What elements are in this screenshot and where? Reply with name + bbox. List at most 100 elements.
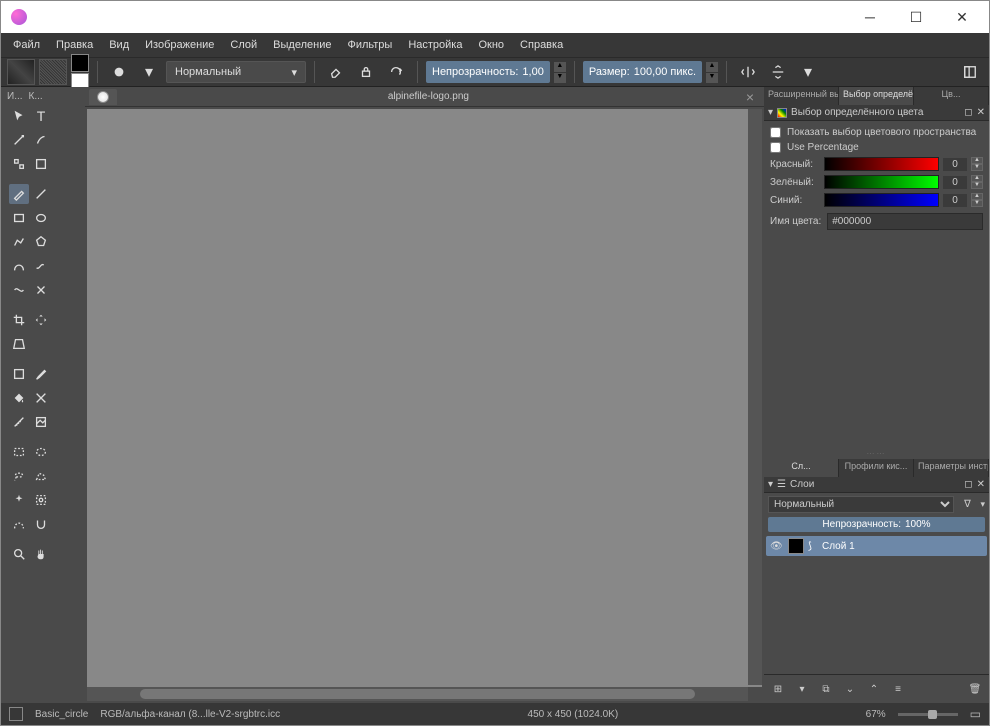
zoom-level[interactable]: 67% [866, 709, 886, 720]
menu-image[interactable]: Изображение [137, 36, 222, 54]
green-slider[interactable] [824, 175, 939, 189]
similar-select-tool[interactable] [31, 490, 51, 510]
red-value[interactable]: 0 [943, 158, 967, 171]
edit-shapes-tool[interactable] [9, 130, 29, 150]
color-picker-tool[interactable] [31, 364, 51, 384]
minimize-button[interactable]: ─ [847, 2, 893, 32]
dynamic-brush-tool[interactable] [9, 280, 29, 300]
multibrush-tool[interactable] [31, 280, 51, 300]
layer-name[interactable]: Слой 1 [822, 541, 855, 552]
pattern-edit-tool[interactable] [9, 154, 29, 174]
red-up[interactable]: ▲ [971, 157, 983, 164]
move-layer-tool[interactable] [31, 310, 51, 330]
layer-opacity-slider[interactable]: Непрозрачность: 100% [768, 517, 985, 532]
horizontal-scrollbar[interactable] [87, 687, 748, 701]
canvas-viewport[interactable] [87, 109, 762, 701]
opacity-down[interactable]: ▼ [554, 73, 566, 83]
transform-tool[interactable] [31, 154, 51, 174]
layer-link-icon[interactable]: ⟆ [808, 541, 818, 552]
close-button[interactable]: ✕ [939, 2, 985, 32]
float-icon[interactable]: ◻ [964, 107, 972, 118]
close-panel-icon[interactable]: ✕ [977, 107, 985, 118]
use-percentage-checkbox[interactable] [770, 142, 781, 153]
titlebar[interactable]: ─ ☐ ✕ [1, 1, 989, 33]
float-layers-icon[interactable]: ◻ [964, 479, 972, 490]
mirror-v-icon[interactable] [765, 59, 791, 85]
mirror-h-icon[interactable] [735, 59, 761, 85]
layer-blend-mode[interactable]: Нормальный [768, 496, 954, 513]
layers-header[interactable]: ▾ ☰ Слои ◻✕ [764, 477, 989, 493]
poly-select-tool[interactable] [31, 466, 51, 486]
wrap-icon[interactable]: ▾ [795, 59, 821, 85]
text-tool[interactable]: T [31, 106, 51, 126]
add-dropdown[interactable]: ▾ [792, 679, 812, 699]
tab-brush-profiles[interactable]: Профили кис... [839, 459, 914, 477]
show-colorspace-checkbox[interactable] [770, 127, 781, 138]
layer-down-button[interactable]: ⌄ [840, 679, 860, 699]
blue-value[interactable]: 0 [943, 194, 967, 207]
rectangle-tool[interactable] [9, 208, 29, 228]
add-layer-button[interactable]: ⊞ [768, 679, 788, 699]
menu-layer[interactable]: Слой [222, 36, 265, 54]
layer-thumbnail[interactable] [788, 538, 804, 554]
fill-tool[interactable] [9, 388, 29, 408]
dock-grip[interactable]: ⋯⋯ [764, 448, 989, 459]
eraser-mode-icon[interactable] [323, 59, 349, 85]
alpha-lock-icon[interactable] [353, 59, 379, 85]
bezier-select-tool[interactable] [9, 514, 29, 534]
layer-filter-icon[interactable]: ∇ [958, 495, 976, 513]
tab-color-selector[interactable]: Выбор определён... [839, 87, 914, 105]
canvas-tab[interactable] [89, 89, 117, 105]
workspace-chooser-icon[interactable] [957, 59, 983, 85]
polyline-tool[interactable] [9, 232, 29, 252]
menu-settings[interactable]: Настройка [400, 36, 470, 54]
fg-color-swatch[interactable] [71, 54, 89, 72]
blue-up[interactable]: ▲ [971, 193, 983, 200]
bezier-tool[interactable] [9, 256, 29, 276]
calligraphy-tool[interactable] [31, 130, 51, 150]
reload-icon[interactable] [383, 59, 409, 85]
line-tool[interactable] [31, 184, 51, 204]
fit-page-icon[interactable]: ▭ [970, 707, 981, 721]
tab-advanced-select[interactable]: Расширенный вы... [764, 87, 839, 105]
tab-colors[interactable]: Цв... [914, 87, 989, 105]
layer-visibility-icon[interactable]: 👁 [770, 541, 784, 552]
preset-dropdown[interactable]: ▾ [136, 59, 162, 85]
menu-file[interactable]: Файл [5, 36, 48, 54]
zoom-slider[interactable] [898, 713, 958, 716]
menu-window[interactable]: Окно [470, 36, 512, 54]
green-down[interactable]: ▼ [971, 182, 983, 189]
opacity-up[interactable]: ▲ [554, 62, 566, 72]
ellipse-tool[interactable] [31, 208, 51, 228]
lasso-tool[interactable] [9, 466, 29, 486]
blue-slider[interactable] [824, 193, 939, 207]
toolbox-tab-1[interactable]: И... [7, 91, 23, 102]
color-selector-header[interactable]: ▾ Выбор определённого цвета ◻✕ [764, 105, 989, 121]
gradient-tool[interactable] [9, 364, 29, 384]
opacity-field[interactable]: Непрозрачность: 1,00 [426, 61, 550, 83]
green-up[interactable]: ▲ [971, 175, 983, 182]
duplicate-layer-button[interactable]: ⧉ [816, 679, 836, 699]
tab-tool-options[interactable]: Параметры инструме... [914, 459, 989, 477]
menu-view[interactable]: Вид [101, 36, 137, 54]
close-tab-icon[interactable]: × [740, 89, 760, 105]
layer-properties-button[interactable]: ≡ [888, 679, 908, 699]
layer-row[interactable]: 👁 ⟆ Слой 1 [766, 536, 987, 556]
reference-tool[interactable] [31, 412, 51, 432]
crop-tool[interactable] [9, 310, 29, 330]
gradient-preset[interactable] [7, 59, 35, 85]
blue-down[interactable]: ▼ [971, 200, 983, 207]
magic-wand-tool[interactable] [9, 490, 29, 510]
freehand-tool[interactable] [31, 256, 51, 276]
blend-mode-combo[interactable]: Нормальный▾ [166, 61, 306, 83]
green-value[interactable]: 0 [943, 176, 967, 189]
free-transform-tool[interactable] [9, 334, 29, 354]
measure-tool[interactable] [9, 412, 29, 432]
polygon-tool[interactable] [31, 232, 51, 252]
zoom-tool[interactable] [9, 544, 29, 564]
red-down[interactable]: ▼ [971, 164, 983, 171]
red-slider[interactable] [824, 157, 939, 171]
menu-edit[interactable]: Правка [48, 36, 101, 54]
close-layers-icon[interactable]: ✕ [977, 479, 985, 490]
layer-up-button[interactable]: ⌃ [864, 679, 884, 699]
